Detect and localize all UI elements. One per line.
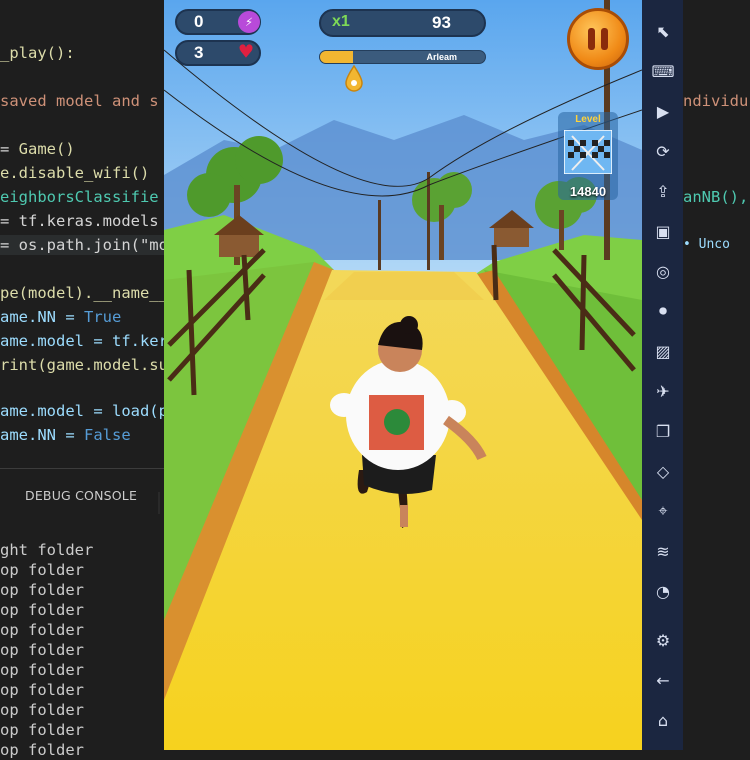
sync-icon[interactable]: ⟳ (650, 138, 676, 164)
code-token: e.disable_wifi() (0, 164, 150, 182)
code-line: ame.NN = True (0, 307, 121, 327)
record-icon[interactable]: ▶ (650, 98, 676, 124)
code-line: pe(model).__name__ (0, 283, 164, 303)
console-output-line: ght folder (0, 541, 94, 559)
code-line: = os.path.join("mo (0, 235, 164, 255)
code-token: = (0, 140, 19, 158)
console-output-line: op folder (0, 581, 84, 599)
code-line: e.disable_wifi() (0, 163, 149, 183)
code-line: saved model and s (0, 91, 159, 111)
console-output-line: op folder (0, 621, 84, 639)
code-token: = os.path.join("mo (0, 236, 164, 254)
code-token: saved model and s (0, 92, 159, 110)
keyboard-icon[interactable]: ⌨ (650, 58, 676, 84)
console-output-line: op folder (0, 701, 84, 719)
console-output-line: op folder (0, 561, 84, 579)
code-token: ame.NN = (0, 426, 84, 444)
console-output-line: op folder (0, 641, 84, 659)
location-icon[interactable]: ⌖ (650, 498, 676, 524)
code-token: ame.model = load(p (0, 402, 164, 420)
code-line: _play(): (0, 43, 75, 63)
layers-icon[interactable]: ≋ (650, 538, 676, 564)
console-output-line: op folder (0, 741, 84, 759)
code-token: Game() (18, 140, 75, 158)
code-editor-right[interactable]: ndividu anNB(), • Unco (683, 0, 750, 750)
code-line: ame.model = load(p (0, 401, 164, 421)
level-label: Level (575, 114, 601, 125)
code-token: pe(model).__name__ (0, 284, 164, 302)
code-editor[interactable]: _play():saved model and s = Game() e.disab… (0, 0, 164, 468)
drop-marker-icon (345, 64, 363, 92)
console-output-line: op folder (0, 681, 84, 699)
cursor-icon[interactable]: ⬉ (650, 18, 676, 44)
settings-icon[interactable]: ⚙ (650, 627, 676, 653)
level-badge: Level 14840 (558, 112, 618, 200)
gallery-icon[interactable]: ▨ (650, 338, 676, 364)
code-line: ame.NN = False (0, 425, 131, 445)
progress-fill (320, 51, 353, 63)
level-progress-bar: Arleam (319, 50, 486, 64)
eraser-icon[interactable]: ◇ (650, 458, 676, 484)
code-token: ame.model = tf.ker (0, 332, 164, 350)
code-token: eighborsClassifie (0, 188, 159, 206)
checkered-flags-icon (564, 130, 612, 174)
panel-tab-indicator (158, 492, 160, 514)
heart-icon: ♥ (239, 39, 253, 65)
code-token: = tf.keras.models (0, 212, 159, 230)
apk-install-icon[interactable]: ⇪ (650, 178, 676, 204)
code-line: eighborsClassifie (0, 187, 159, 207)
score-value: 93 (432, 13, 451, 32)
code-line: ndividu (683, 92, 749, 110)
code-token: ame.NN = (0, 308, 84, 326)
apk-icon[interactable]: ▣ (650, 218, 676, 244)
code-token: True (84, 308, 122, 326)
tab-debug-console[interactable]: DEBUG CONSOLE (25, 488, 137, 503)
pause-button[interactable] (567, 8, 629, 70)
console-output-line: op folder (0, 721, 84, 739)
home-icon[interactable]: ⌂ (650, 707, 676, 733)
code-line: anNB(), (683, 188, 749, 206)
code-line: = tf.keras.models (0, 211, 159, 231)
emulator-sidebar: ⬉ ⌨ ▶ ⟳ ⇪ ▣ ◎ ⏺ ▨ ✈ ❐ ◇ ⌖ ≋ ◔ ⚙ ← ⌂ (642, 0, 683, 750)
code-line: ame.model = tf.ker (0, 331, 164, 351)
airplane-mode-icon[interactable]: ✈ (650, 378, 676, 404)
code-token: _play(): (0, 44, 75, 62)
console-output-line: op folder (0, 661, 84, 679)
console-output-line: op folder (0, 601, 84, 619)
progress-label: Arleam (426, 52, 457, 62)
code-token: rint(game.model.su (0, 356, 164, 374)
score-multiplier: x1 (332, 13, 350, 30)
lightning-icon: ⚡ (238, 11, 260, 33)
screenshot-icon[interactable]: ◎ (650, 258, 676, 284)
code-line: rint(game.model.su (0, 355, 164, 375)
lives-count: 3 (194, 43, 204, 62)
performance-icon[interactable]: ◔ (650, 578, 676, 604)
multi-window-icon[interactable]: ❐ (650, 418, 676, 444)
coin-count: 0 (194, 12, 204, 31)
code-line: • Unco (683, 237, 730, 252)
game-viewport[interactable]: 0 ⚡ 3 ♥ x1 93 Arleam Level 14840 (164, 0, 642, 750)
code-token: False (84, 426, 131, 444)
level-score: 14840 (569, 184, 607, 199)
code-line: = Game() (0, 139, 75, 159)
screen-record-icon[interactable]: ⏺ (650, 298, 676, 324)
back-icon[interactable]: ← (650, 667, 676, 693)
